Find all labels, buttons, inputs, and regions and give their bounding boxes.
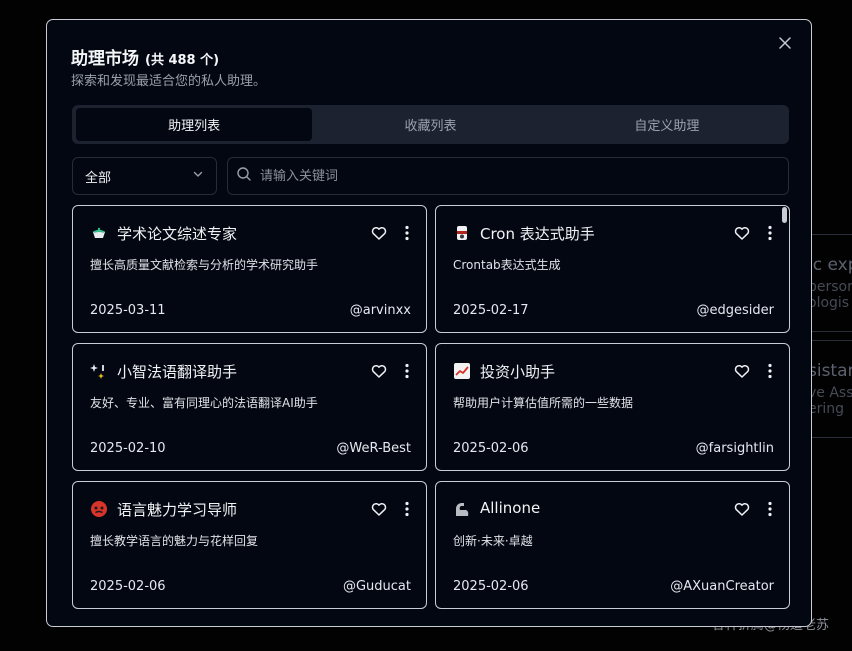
assistant-card[interactable]: 学术论文综述专家 擅长高质量文献检索与分析的学术研究助手 2025-03-11 … xyxy=(72,205,427,333)
heart-icon[interactable] xyxy=(733,224,751,242)
assistant-name: 语言魅力学习导师 xyxy=(117,501,238,519)
assistant-description: 帮助用户计算估值所需的一些数据 xyxy=(453,396,634,410)
category-select[interactable]: 全部 xyxy=(72,157,217,195)
assistant-count: (共 488 个) xyxy=(145,53,220,68)
assistant-card[interactable]: Allinone 创新·未来·卓越 2025-02-06 @AXuanCreat… xyxy=(435,481,790,609)
category-select-value: 全部 xyxy=(85,170,112,186)
heart-icon[interactable] xyxy=(370,362,388,380)
assistant-author[interactable]: @arvinxx xyxy=(350,303,411,318)
more-vertical-icon[interactable] xyxy=(403,362,411,380)
assistant-card[interactable]: 投资小助手 帮助用户计算估值所需的一些数据 2025-02-06 @farsig… xyxy=(435,343,790,471)
more-vertical-icon[interactable] xyxy=(766,224,774,242)
search-icon xyxy=(236,166,252,186)
heart-icon[interactable] xyxy=(370,500,388,518)
assistant-name: 投资小助手 xyxy=(480,363,556,381)
search-input[interactable] xyxy=(258,167,780,185)
assistant-name: 学术论文综述专家 xyxy=(117,225,238,243)
red-face-icon xyxy=(90,500,108,518)
close-icon[interactable] xyxy=(775,34,795,54)
modal-subtitle: 探索和发现最适合您的私人助理。 xyxy=(71,74,267,89)
assistant-description: 创新·未来·卓越 xyxy=(453,534,533,548)
assistant-date: 2025-02-10 xyxy=(90,441,166,456)
more-vertical-icon[interactable] xyxy=(766,362,774,380)
more-vertical-icon[interactable] xyxy=(766,500,774,518)
sparkle-icon xyxy=(90,362,108,380)
heart-icon[interactable] xyxy=(733,362,751,380)
assistant-author[interactable]: @farsightlin xyxy=(696,441,774,456)
assistant-description: 友好、专业、富有同理心的法语翻译AI助手 xyxy=(90,396,318,410)
assistant-author[interactable]: @AXuanCreator xyxy=(670,579,774,594)
assistant-description: 擅长高质量文献检索与分析的学术研究助手 xyxy=(90,258,319,272)
assistant-date: 2025-02-06 xyxy=(90,579,166,594)
chevron-down-icon xyxy=(192,168,204,184)
assistant-grid: 学术论文综述专家 擅长高质量文献检索与分析的学术研究助手 2025-03-11 … xyxy=(72,205,790,610)
more-vertical-icon[interactable] xyxy=(403,500,411,518)
assistant-description: 擅长教学语言的魅力与花样回复 xyxy=(90,534,259,548)
assistant-date: 2025-03-11 xyxy=(90,303,166,318)
tab-bar: 助理列表 收藏列表 自定义助理 xyxy=(72,105,789,144)
teapot-icon xyxy=(90,224,108,242)
more-vertical-icon[interactable] xyxy=(403,224,411,242)
assistant-date: 2025-02-17 xyxy=(453,303,529,318)
assistant-date: 2025-02-06 xyxy=(453,441,529,456)
assistant-market-modal: 助理市场 (共 488 个) 探索和发现最适合您的私人助理。 助理列表 收藏列表… xyxy=(46,19,812,627)
modal-title: 助理市场 xyxy=(71,49,139,69)
tab-assistant-list[interactable]: 助理列表 xyxy=(76,108,313,141)
assistant-name: 小智法语翻译助手 xyxy=(117,363,238,381)
assistant-card[interactable]: 小智法语翻译助手 友好、专业、富有同理心的法语翻译AI助手 2025-02-10… xyxy=(72,343,427,471)
assistant-card[interactable]: 语言魅力学习导师 擅长教学语言的魅力与花样回复 2025-02-06 @Gudu… xyxy=(72,481,427,609)
assistant-author[interactable]: @WeR-Best xyxy=(336,441,411,456)
assistant-author[interactable]: @edgesider xyxy=(697,303,774,318)
search-box xyxy=(227,157,789,195)
assistant-author[interactable]: @Guducat xyxy=(343,579,411,594)
heart-icon[interactable] xyxy=(733,500,751,518)
modal-header: 助理市场 (共 488 个) xyxy=(71,44,219,69)
assistant-name: Allinone xyxy=(480,499,541,517)
heart-icon[interactable] xyxy=(370,224,388,242)
clock-jar-icon xyxy=(453,224,471,242)
scrollbar-thumb[interactable] xyxy=(782,207,787,223)
assistant-card[interactable]: Cron 表达式助手 Crontab表达式生成 2025-02-17 @edge… xyxy=(435,205,790,333)
tab-favorites[interactable]: 收藏列表 xyxy=(312,108,548,141)
chart-up-icon xyxy=(453,362,471,380)
assistant-date: 2025-02-06 xyxy=(453,579,529,594)
muscle-icon xyxy=(453,500,471,518)
tab-custom-assistant[interactable]: 自定义助理 xyxy=(549,108,785,141)
assistant-name: Cron 表达式助手 xyxy=(480,225,595,243)
assistant-description: Crontab表达式生成 xyxy=(453,258,561,272)
